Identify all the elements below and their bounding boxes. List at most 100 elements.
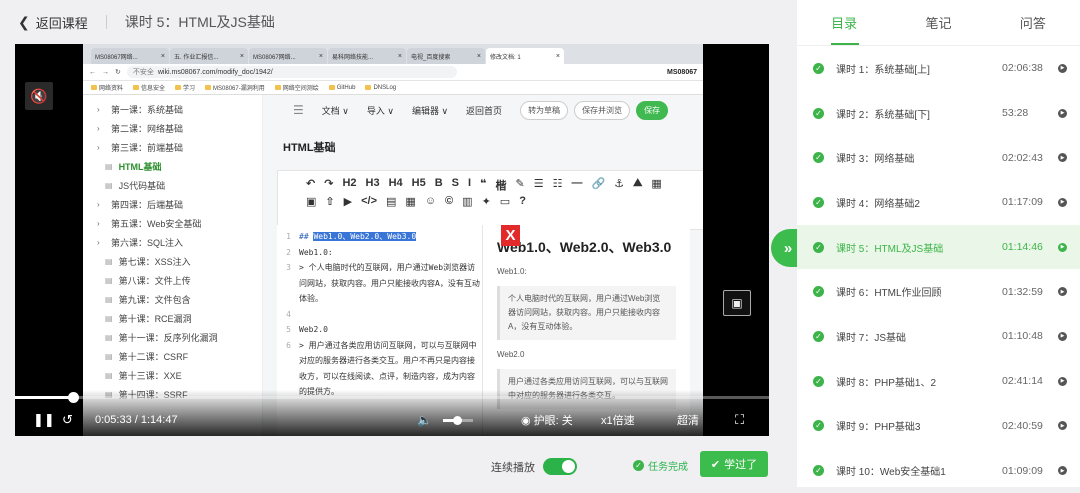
play-icon[interactable]: ▶ (1058, 242, 1067, 252)
video-frame: MS08067网络... × 五. 作业汇报信... × MS08067网络... × 易科… (83, 44, 703, 436)
lesson-item[interactable]: ✓ 课时 10：Web安全基础1 01:09:09 ▶ (797, 448, 1080, 493)
browser-tab-label: 修改文档: 1 (490, 54, 521, 61)
close-icon: × (555, 52, 560, 60)
browser-tab-label: 五. 作业汇报信... (174, 54, 219, 61)
lesson-title: 课时 10：Web安全基础1 (836, 467, 946, 479)
reload-icon: ↻ (115, 69, 121, 76)
back-label: 返回课程 (35, 15, 88, 31)
line-number: 4 (286, 309, 291, 319)
doc-nav-item: ▤ HTML基础 (97, 157, 262, 176)
doc-nav-label: 第八课：文件上传 (118, 276, 191, 286)
tab-qa[interactable]: 问答 (986, 0, 1080, 45)
play-icon[interactable]: ▶ (1058, 287, 1067, 297)
lesson-title: 课时 7：JS基础 (836, 332, 907, 344)
lesson-title: 课时 3：网络基础 (836, 154, 915, 166)
pause-icon[interactable]: ❚❚ (33, 412, 55, 428)
replay-icon[interactable]: ↺ (62, 412, 73, 428)
lesson-item[interactable]: ✓ 课时 1：系统基础[上] 02:06:38 ▶ (797, 46, 1080, 91)
check-icon: ✓ (813, 241, 824, 253)
double-chevron-right-icon: » (783, 239, 793, 257)
progress-handle[interactable] (68, 392, 80, 403)
code-text: Web1.0: (299, 247, 333, 257)
toolbar-icon: — (571, 177, 583, 189)
doc-nav-label: 第二课：网络基础 (111, 124, 184, 134)
play-icon[interactable]: ▶ (1058, 197, 1067, 207)
toolbar-icon: H5 (411, 177, 426, 189)
play-icon[interactable]: ▶ (1058, 376, 1067, 386)
volume-slider[interactable] (443, 416, 473, 425)
learned-button[interactable]: ✔ 学过了 (700, 451, 768, 477)
volume-handle[interactable] (452, 416, 462, 425)
preview-p2: Web2.0 (497, 350, 525, 359)
doc-nav-label: 第十一课：反序列化漏洞 (118, 333, 218, 343)
url-warning: 不安全 (132, 69, 154, 76)
play-icon[interactable]: ▶ (1058, 421, 1067, 431)
doc-nav-label: 第九课：文件包含 (118, 295, 191, 305)
time-display: 0:05:33 / 1:14:47 (95, 414, 178, 426)
play-icon[interactable]: ▶ (1058, 153, 1067, 163)
doc-nav: › 第一课：系统基础 › 第二课：网络基础 › 第三课：前端基础 ▤ HTML基础 ▤ JS代码基… (83, 95, 263, 436)
browser-tab-label: 易科网络技能... (332, 54, 374, 61)
lesson-item[interactable]: ✓ 课时 7：JS基础 01:10:48 ▶ (797, 314, 1080, 359)
save-preview-button: 保存并浏览 (574, 100, 631, 120)
code-line: 1 ## Web1.0、Web2.0、Web3.0 (277, 229, 482, 245)
bookmark-item: 网络空间测绘 (274, 83, 319, 92)
url-text: wiki.ms08067.com/modify_doc/1942/ (157, 68, 273, 76)
mute-icon[interactable]: 🔇 (25, 82, 53, 110)
folder-icon (91, 85, 97, 90)
chevron-right-icon: › (97, 219, 100, 228)
doc-nav-item: › 第一课：系统基础 (97, 100, 262, 119)
play-icon[interactable]: ▶ (1058, 331, 1067, 341)
toolbar-icon: H3 (365, 177, 380, 189)
autoplay-toggle[interactable] (543, 458, 577, 475)
lesson-item[interactable]: ✓ 课时 9：PHP基础3 02:40:59 ▶ (797, 404, 1080, 449)
tab-notes[interactable]: 笔记 (891, 0, 985, 45)
toolbar-icon: 🔗 (591, 178, 606, 190)
toolbar-icon: ⛰ (633, 177, 643, 189)
lesson-item[interactable]: ✓ 课时 4：网络基础2 01:17:09 ▶ (797, 180, 1080, 225)
volume-icon[interactable]: 🔈 (417, 413, 432, 427)
browser-tab: MS08067网络... × (91, 48, 169, 64)
lesson-item[interactable]: ✓ 课时 8：PHP基础1、2 02:41:14 ▶ (797, 359, 1080, 404)
url-field: 不安全 wiki.ms08067.com/modify_doc/1942/ (126, 66, 457, 78)
check-icon: ✓ (813, 62, 824, 74)
browser-tab-label: 电视_百度搜索 (411, 54, 451, 61)
folder-icon (328, 85, 335, 90)
bookmark-label: 网络空间测绘 (282, 86, 319, 92)
speed-button[interactable]: x1倍速 (601, 412, 635, 428)
fullscreen-icon[interactable]: ⛶ (735, 412, 744, 428)
file-icon: ▤ (105, 295, 113, 304)
video-player[interactable]: 🔇 MS08067网络... × 五. 作业汇报信... × MS08067网络... ×… (15, 44, 769, 436)
toolbar-icon: ☷ (552, 178, 563, 190)
toolbar-icon: ↶ (306, 178, 316, 190)
toolbar-icon: ✎ (515, 178, 525, 190)
toolbar-icon: ☰ (533, 178, 544, 190)
play-icon[interactable]: ▶ (1058, 108, 1067, 118)
tab-catalog[interactable]: 目录 (797, 0, 891, 45)
top-bar: ❮ 返回课程 课时 5：HTML及JS基础 (0, 0, 795, 44)
check-icon: ✓ (813, 196, 824, 208)
back-to-course-link[interactable]: ❮ 返回课程 (0, 13, 88, 32)
chevron-right-icon: › (97, 238, 100, 247)
autoplay-label: 连续播放 (491, 461, 535, 474)
task-done-status: ✓ 任务完成 (633, 458, 688, 473)
picture-in-picture-icon[interactable]: ▣ (723, 290, 751, 316)
close-icon: × (397, 52, 402, 60)
eye-protection-toggle[interactable]: ◉ 护眼: 关 (521, 412, 573, 428)
menu-import: 导入 ∨ (366, 105, 394, 116)
lesson-item[interactable]: ✓ 课时 3：网络基础 02:02:43 ▶ (797, 135, 1080, 180)
toolbar-icon: B (434, 177, 443, 189)
quality-button[interactable]: 超清 (677, 412, 699, 428)
lesson-item[interactable]: ✓ 课时 2：系统基础[下] 53:28 ▶ (797, 91, 1080, 136)
forward-arrow-icon: → (102, 68, 109, 76)
check-icon: ✓ (813, 152, 824, 164)
line-number: 2 (286, 247, 291, 257)
lesson-item[interactable]: ✓ 课时 5：HTML及JS基础 01:14:46 ▶ (797, 224, 1080, 270)
doc-nav-item: ▤ 第十课：RCE漏洞 (97, 309, 262, 328)
lesson-item[interactable]: ✓ 课时 6：HTML作业回顾 01:32:59 ▶ (797, 269, 1080, 314)
progress-bar[interactable] (15, 392, 769, 403)
play-icon[interactable]: ▶ (1058, 466, 1067, 476)
lesson-duration: 02:40:59 (1002, 419, 1043, 432)
play-icon[interactable]: ▶ (1058, 63, 1067, 73)
bookmark-label: DNSLog (373, 84, 397, 91)
